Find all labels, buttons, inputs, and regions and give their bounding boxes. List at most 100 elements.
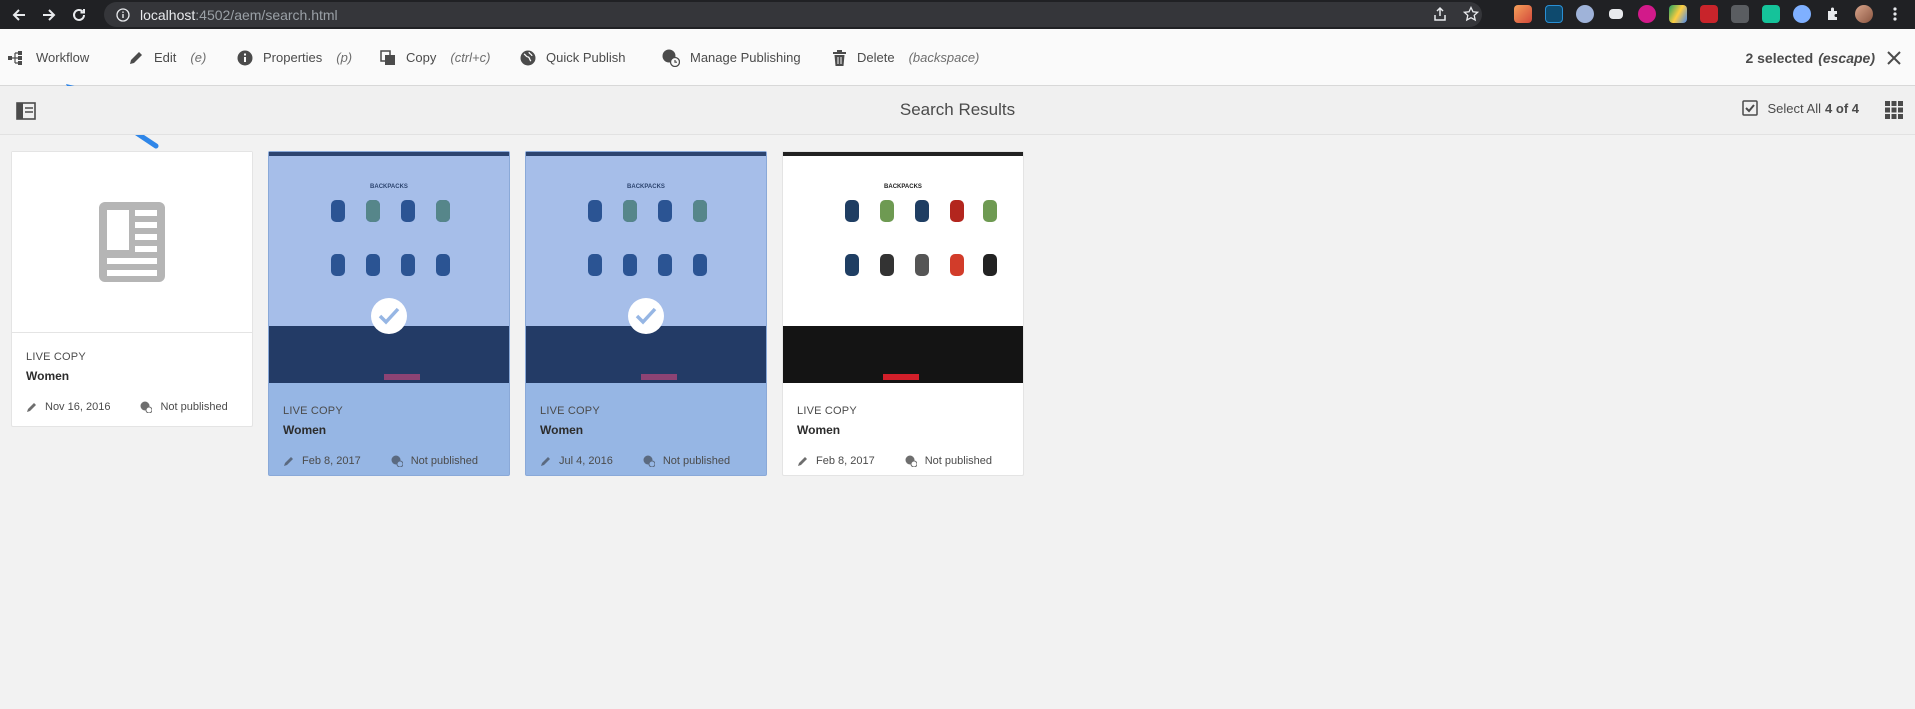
profile-avatar[interactable] bbox=[1854, 4, 1874, 24]
globe-status-icon bbox=[905, 455, 917, 467]
copy-icon bbox=[380, 49, 395, 65]
pencil-icon bbox=[798, 456, 807, 466]
card-date: Jul 4, 2016 bbox=[559, 455, 613, 467]
globe-status-icon bbox=[643, 455, 655, 467]
delete-label: Delete bbox=[857, 50, 895, 65]
extension-hat-icon[interactable] bbox=[1606, 4, 1626, 24]
address-bar[interactable]: localhost:4502/aem/search.html bbox=[104, 2, 1482, 27]
reload-icon bbox=[73, 8, 85, 21]
copy-label: Copy bbox=[406, 50, 437, 65]
delete-button[interactable]: Delete (backspace) bbox=[832, 29, 979, 86]
pencil-icon bbox=[27, 402, 36, 412]
card-type: LIVE COPY bbox=[26, 351, 86, 363]
page-title: Search Results bbox=[899, 100, 1016, 119]
extensions-puzzle-icon[interactable] bbox=[1823, 4, 1843, 24]
manage-publishing-button[interactable]: Manage Publishing bbox=[662, 29, 801, 86]
card-status: Not published bbox=[160, 401, 228, 413]
url-host: localhost bbox=[140, 6, 196, 23]
extension-shield-icon[interactable] bbox=[1699, 4, 1719, 24]
globe-icon bbox=[520, 50, 536, 65]
action-bar: Workflow Edit (e) Properties (p) Copy (ctrl… bbox=[0, 29, 1915, 86]
result-count: 4 of 4 bbox=[1825, 101, 1859, 116]
pencil-icon bbox=[284, 456, 293, 466]
info-icon bbox=[116, 7, 130, 22]
bookmark-star-icon[interactable] bbox=[1461, 4, 1481, 24]
card-type: LIVE COPY bbox=[540, 405, 600, 417]
workflow-icon bbox=[8, 50, 22, 65]
card-title: Women bbox=[540, 423, 584, 437]
back-button[interactable] bbox=[8, 4, 30, 26]
selected-shortcut: (escape) bbox=[1818, 49, 1875, 66]
card-status: Not published bbox=[924, 455, 992, 467]
page-preview-image: BACKPACKS bbox=[526, 152, 766, 383]
trash-icon bbox=[833, 49, 846, 66]
card-status: Not published bbox=[410, 455, 478, 467]
browser-menu-icon[interactable] bbox=[1885, 4, 1905, 24]
extension-drive-icon[interactable] bbox=[1668, 4, 1688, 24]
card-item[interactable]: BACKPACKS LIVE COPY Women Jul 4, 2016 No… bbox=[525, 151, 767, 476]
extension-circle-icon[interactable] bbox=[1575, 4, 1595, 24]
properties-shortcut: (p) bbox=[336, 50, 353, 65]
card-type: LIVE COPY bbox=[283, 405, 343, 417]
extension-n-icon[interactable] bbox=[1544, 4, 1564, 24]
card-title: Women bbox=[797, 423, 841, 437]
forward-button[interactable] bbox=[38, 4, 60, 26]
card-item[interactable]: BACKPACKS LIVE COPY Women Feb 8, 2017 No… bbox=[268, 151, 510, 476]
card-status: Not published bbox=[662, 455, 731, 467]
workflow-button[interactable]: Workflow bbox=[8, 29, 89, 86]
card-type: LIVE COPY bbox=[797, 405, 857, 417]
manage-publishing-label: Manage Publishing bbox=[690, 50, 801, 65]
url-path: :4502/aem/search.html bbox=[195, 6, 338, 23]
copy-button[interactable]: Copy (ctrl+c) bbox=[380, 29, 490, 86]
card-title: Women bbox=[283, 423, 327, 437]
checkbox-checked-icon bbox=[1741, 100, 1758, 116]
copy-shortcut: (ctrl+c) bbox=[450, 50, 491, 65]
card-date: Feb 8, 2017 bbox=[302, 455, 361, 467]
page-document-icon bbox=[99, 202, 165, 282]
edit-label: Edit bbox=[154, 50, 177, 65]
reload-button[interactable] bbox=[68, 4, 90, 26]
extension-globe-icon[interactable] bbox=[1792, 4, 1812, 24]
card-date: Nov 16, 2016 bbox=[45, 401, 111, 413]
card-thumbnail bbox=[12, 152, 252, 333]
extension-c-icon[interactable] bbox=[1761, 4, 1781, 24]
card-date: Feb 8, 2017 bbox=[816, 455, 875, 467]
edit-shortcut: (e) bbox=[190, 50, 207, 65]
close-icon[interactable] bbox=[1885, 49, 1903, 67]
pencil-icon bbox=[130, 51, 142, 64]
browser-toolbar: localhost:4502/aem/search.html bbox=[0, 0, 1915, 29]
card-thumbnail: BACKPACKS bbox=[269, 152, 509, 383]
delete-shortcut: (backspace) bbox=[908, 50, 980, 65]
workflow-label: Workflow bbox=[36, 50, 90, 65]
page-preview-image: BACKPACKS bbox=[783, 152, 1023, 383]
arrow-right-icon bbox=[43, 8, 56, 21]
thumb-heading: BACKPACKS bbox=[884, 184, 922, 190]
select-all-label: Select All bbox=[1767, 100, 1821, 116]
quick-publish-label: Quick Publish bbox=[546, 50, 626, 65]
properties-label: Properties bbox=[263, 50, 323, 65]
globe-status-icon bbox=[391, 455, 403, 467]
card-item[interactable]: LIVE COPY Women Nov 16, 2016 Not publish… bbox=[11, 151, 253, 427]
selected-count: 2 selected bbox=[1745, 49, 1814, 66]
properties-button[interactable]: Properties (p) bbox=[237, 29, 352, 86]
pencil-icon bbox=[541, 456, 550, 466]
card-item[interactable]: BACKPACKS LIVE COPY Women Feb 8, 2017 No… bbox=[782, 151, 1024, 476]
extension-pink-icon[interactable] bbox=[1637, 4, 1657, 24]
selected-check-icon bbox=[628, 298, 664, 334]
info-circle-icon bbox=[237, 50, 253, 65]
card-view-icon[interactable] bbox=[1885, 101, 1903, 119]
edit-button[interactable]: Edit (e) bbox=[128, 29, 206, 86]
card-thumbnail: BACKPACKS bbox=[783, 152, 1023, 383]
arrow-left-icon bbox=[12, 8, 25, 21]
select-all-button[interactable]: Select All bbox=[1741, 100, 1821, 116]
title-bar: Search Results Select All 4 of 4 bbox=[0, 86, 1915, 135]
extension-pen-icon[interactable] bbox=[1513, 4, 1533, 24]
extension-feather-icon[interactable] bbox=[1730, 4, 1750, 24]
selection-status[interactable]: 2 selected (escape) bbox=[1745, 29, 1875, 86]
share-icon[interactable] bbox=[1430, 4, 1450, 24]
quick-publish-button[interactable]: Quick Publish bbox=[520, 29, 625, 86]
card-thumbnail: BACKPACKS bbox=[526, 152, 766, 383]
card-title: Women bbox=[26, 369, 70, 383]
page-preview-image: BACKPACKS bbox=[269, 152, 509, 383]
globe-clock-icon bbox=[662, 49, 680, 67]
